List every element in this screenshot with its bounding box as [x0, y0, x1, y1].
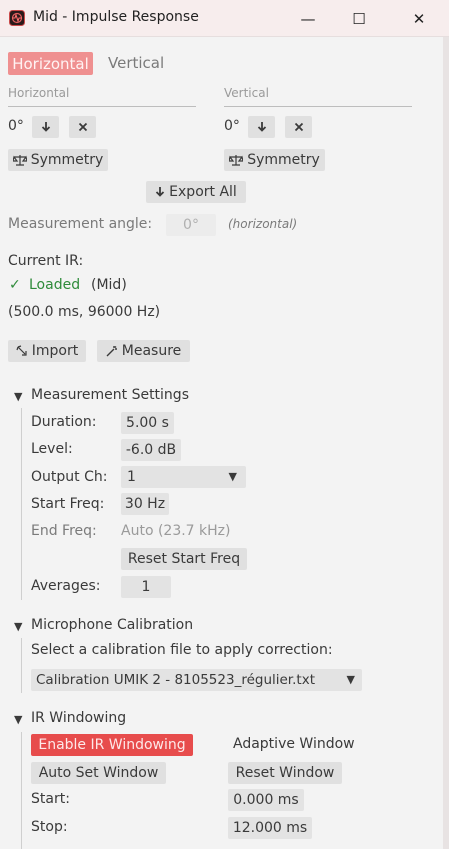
- measurement-angle-label: Measurement angle:: [8, 216, 153, 232]
- horizontal-header: Horizontal: [8, 86, 70, 100]
- wand-icon: [106, 346, 117, 357]
- reset-start-freq-button[interactable]: Reset Start Freq: [121, 548, 247, 570]
- dropdown-triangle-down-icon: ▼: [228, 470, 237, 483]
- ir-channel: (Mid): [91, 277, 127, 293]
- vertical-divider: [224, 106, 412, 107]
- ir-status: Loaded: [29, 277, 81, 293]
- ir-windowing-triangle-down-icon[interactable]: ▼: [14, 713, 22, 726]
- loaded-check-icon: ✓: [9, 277, 21, 293]
- minimize-icon: —: [300, 9, 316, 28]
- download-icon: [257, 122, 266, 132]
- ir-details: (500.0 ms, 96000 Hz): [8, 304, 161, 320]
- dropdown-triangle-down-icon: ▼: [346, 673, 355, 686]
- balance-scale-icon: [229, 155, 244, 166]
- current-ir-label: Current IR:: [8, 253, 84, 269]
- close-icon: [78, 122, 87, 132]
- maximize-button[interactable]: ☐: [334, 0, 384, 37]
- horizontal-divider: [8, 106, 196, 107]
- import-icon: [16, 345, 27, 356]
- start-freq-label: Start Freq:: [31, 496, 105, 512]
- ir-windowing-header[interactable]: IR Windowing: [31, 710, 126, 726]
- measurement-settings-triangle-down-icon[interactable]: ▼: [14, 390, 22, 403]
- averages-field[interactable]: 1: [121, 576, 171, 598]
- output-channel-select[interactable]: 1 ▼: [121, 466, 246, 488]
- auto-set-window-button[interactable]: Auto Set Window: [31, 762, 166, 784]
- duration-field[interactable]: 5.00 s: [121, 412, 174, 434]
- close-icon: [294, 122, 303, 132]
- output-channel-label: Output Ch:: [31, 469, 108, 485]
- horizontal-angle: 0°: [8, 118, 24, 134]
- window-start-label: Start:: [31, 791, 70, 807]
- download-icon: [156, 187, 165, 197]
- ir-windowing-indent-line: [21, 732, 22, 849]
- horizontal-download-button[interactable]: [32, 116, 59, 138]
- reset-window-button[interactable]: Reset Window: [228, 762, 342, 784]
- app-logo-icon: [9, 10, 25, 26]
- mic-calibration-indent-line: [21, 638, 22, 693]
- level-field[interactable]: -6.0 dB: [121, 439, 181, 461]
- balance-scale-icon: [12, 155, 27, 166]
- window-stop-field[interactable]: 12.000 ms: [228, 817, 312, 839]
- close-window-button[interactable]: ✕: [394, 0, 444, 37]
- maximize-icon: ☐: [352, 9, 366, 28]
- download-icon: [41, 122, 50, 132]
- averages-label: Averages:: [31, 578, 101, 594]
- measurement-angle-note: (horizontal): [228, 217, 298, 231]
- end-freq-label: End Freq:: [31, 523, 97, 539]
- tab-vertical[interactable]: Vertical: [108, 54, 164, 72]
- measurement-angle-field[interactable]: 0°: [166, 214, 216, 236]
- vertical-angle: 0°: [224, 118, 240, 134]
- window-right-border: [443, 37, 449, 849]
- horizontal-clear-button[interactable]: [69, 116, 96, 138]
- window-start-field[interactable]: 0.000 ms: [228, 789, 304, 811]
- mic-calibration-description: Select a calibration file to apply corre…: [31, 642, 333, 658]
- vertical-download-button[interactable]: [248, 116, 275, 138]
- level-label: Level:: [31, 441, 73, 457]
- start-freq-field[interactable]: 30 Hz: [121, 493, 169, 515]
- measure-button[interactable]: Measure: [97, 340, 190, 362]
- vertical-clear-button[interactable]: [285, 116, 312, 138]
- window-stop-label: Stop:: [31, 819, 68, 835]
- adaptive-window-toggle[interactable]: Adaptive Window: [233, 736, 355, 752]
- calibration-file-select[interactable]: Calibration UMIK 2 - 8105523_régulier.tx…: [31, 669, 362, 691]
- measurement-settings-header[interactable]: Measurement Settings: [31, 387, 189, 403]
- close-icon: ✕: [412, 9, 426, 28]
- vertical-symmetry-button[interactable]: Symmetry: [224, 149, 325, 171]
- mic-calibration-triangle-down-icon[interactable]: ▼: [14, 620, 22, 633]
- tab-horizontal[interactable]: Horizontal: [8, 52, 93, 75]
- mic-calibration-header[interactable]: Microphone Calibration: [31, 617, 193, 633]
- end-freq-value: Auto (23.7 kHz): [121, 523, 231, 539]
- vertical-header: Vertical: [224, 86, 269, 100]
- measurement-settings-indent-line: [21, 408, 22, 600]
- import-button[interactable]: Import: [8, 340, 86, 362]
- export-all-button[interactable]: Export All: [146, 181, 246, 203]
- minimize-button[interactable]: —: [283, 0, 333, 37]
- horizontal-symmetry-button[interactable]: Symmetry: [8, 149, 108, 171]
- duration-label: Duration:: [31, 414, 97, 430]
- title-bar: Mid - Impulse Response — ☐ ✕: [0, 0, 449, 37]
- window-title: Mid - Impulse Response: [33, 9, 199, 25]
- enable-ir-windowing-button[interactable]: Enable IR Windowing: [31, 734, 193, 756]
